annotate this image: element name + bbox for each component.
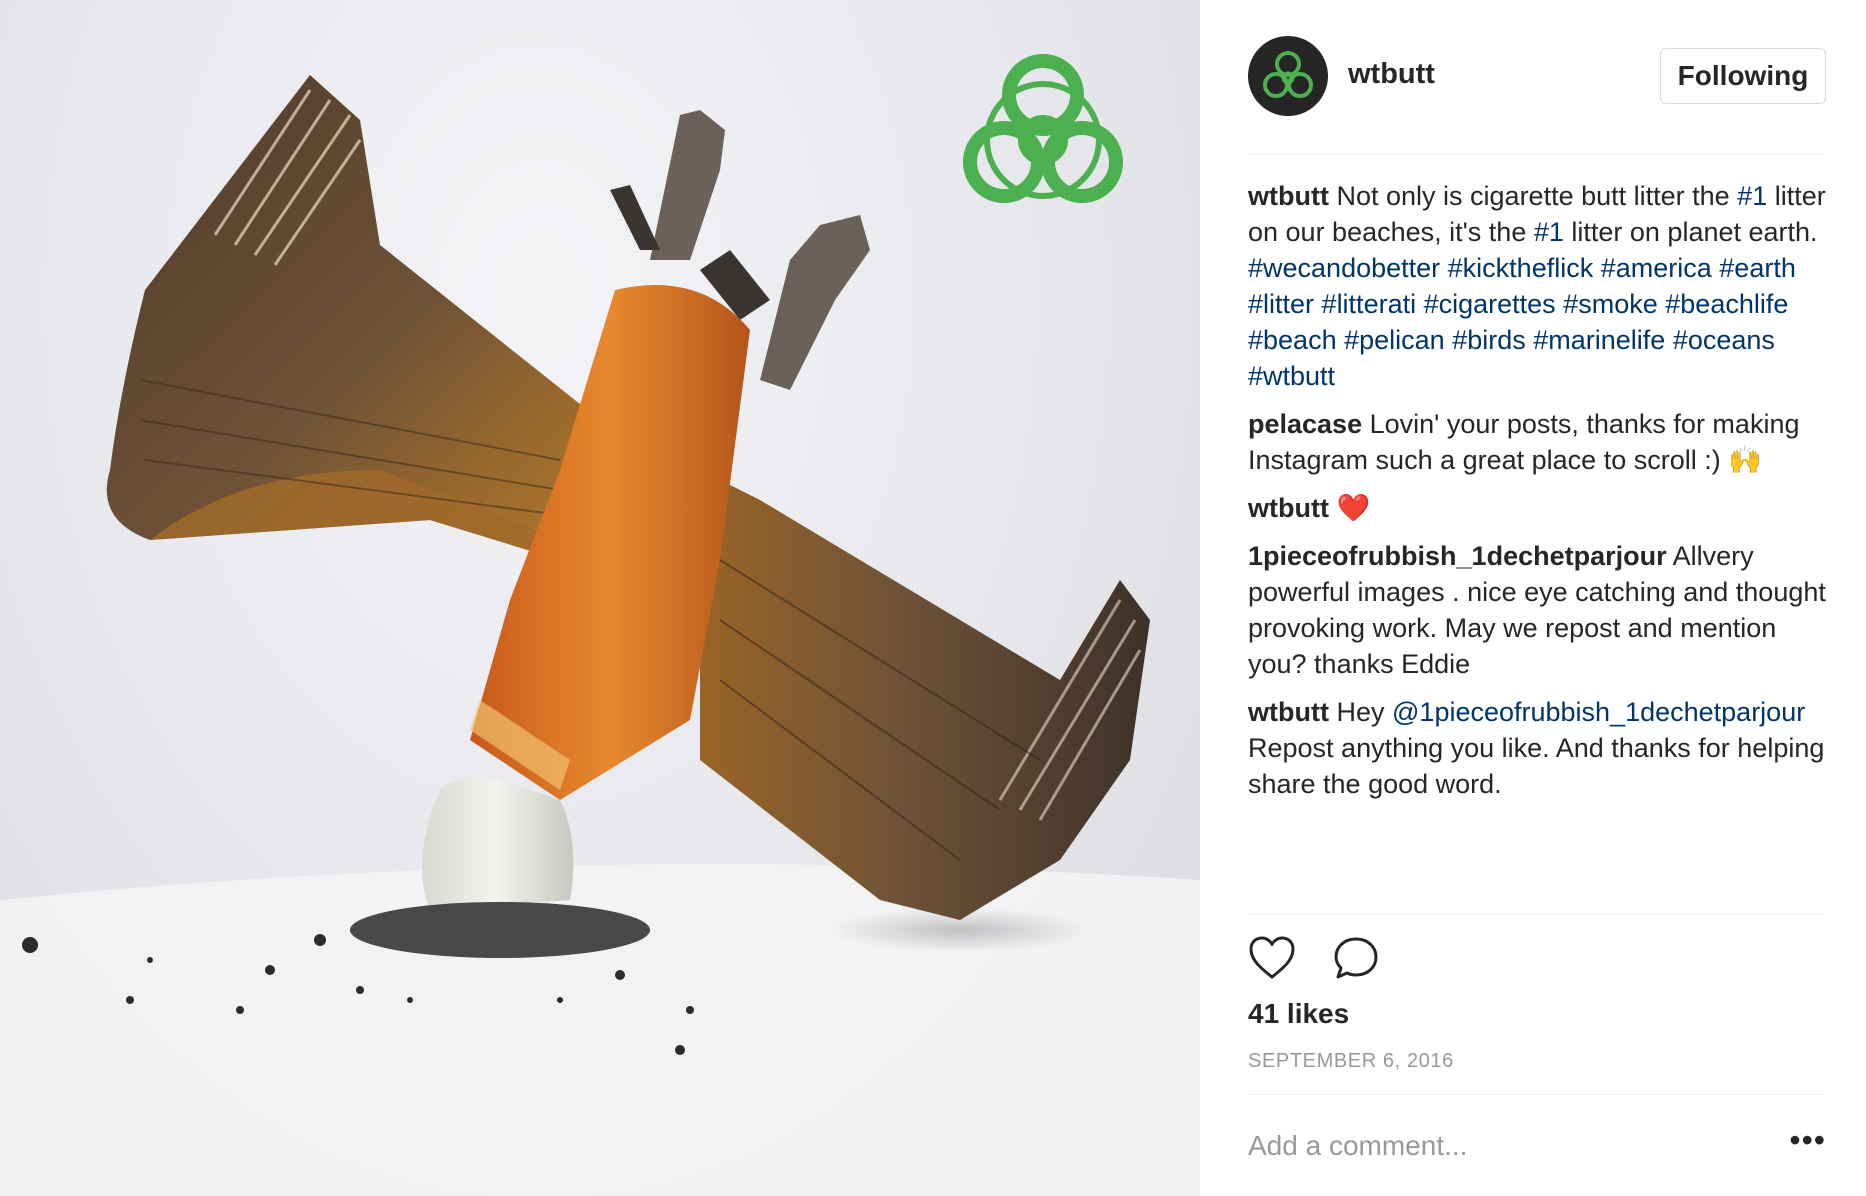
biohazard-icon bbox=[1263, 51, 1313, 98]
post-header: wtbutt Following bbox=[1248, 36, 1826, 116]
post-date[interactable]: SEPTEMBER 6, 2016 bbox=[1248, 1050, 1454, 1073]
comment-text bbox=[1337, 325, 1345, 355]
hashtag-link[interactable]: #pelican bbox=[1344, 325, 1445, 355]
comment-text: Hey bbox=[1336, 697, 1393, 727]
comment-text: litter on planet earth. bbox=[1563, 217, 1818, 247]
hashtag-link[interactable]: #litterati bbox=[1322, 289, 1417, 319]
hashtag-link[interactable]: #beach bbox=[1248, 325, 1337, 355]
heart-icon[interactable] bbox=[1248, 935, 1296, 981]
comment-item: 1pieceofrubbish_1dechetparjour Allvery p… bbox=[1248, 538, 1826, 682]
comment-text: ❤️ bbox=[1336, 493, 1371, 523]
divider bbox=[1248, 914, 1826, 915]
hashtag-link[interactable]: #earth bbox=[1719, 253, 1796, 283]
comment-item: wtbutt Not only is cigarette butt litter… bbox=[1248, 178, 1826, 394]
hashtag-link[interactable]: #america bbox=[1601, 253, 1712, 283]
hashtag-link[interactable]: #birds bbox=[1452, 325, 1526, 355]
add-comment-input[interactable] bbox=[1248, 1124, 1768, 1168]
comment-bubble-icon[interactable] bbox=[1332, 935, 1380, 981]
comment-text bbox=[1440, 253, 1448, 283]
avatar[interactable] bbox=[1248, 36, 1328, 116]
following-button[interactable]: Following bbox=[1660, 48, 1826, 104]
comment-username[interactable]: wtbutt bbox=[1248, 493, 1329, 523]
hashtag-link[interactable]: #wtbutt bbox=[1248, 361, 1335, 391]
biohazard-logo-icon bbox=[963, 54, 1123, 203]
comment-text bbox=[1416, 289, 1424, 319]
comment-item: wtbutt ❤️ bbox=[1248, 490, 1826, 526]
hashtag-link[interactable]: #cigarettes bbox=[1424, 289, 1556, 319]
divider bbox=[1248, 1094, 1826, 1095]
hashtag-link[interactable]: #litter bbox=[1248, 289, 1314, 319]
comment-item: wtbutt Hey @1pieceofrubbish_1dechetparjo… bbox=[1248, 694, 1826, 802]
hashtag-link[interactable]: #marinelife bbox=[1533, 325, 1665, 355]
left-wing bbox=[106, 75, 611, 560]
hashtag-link[interactable]: #1 bbox=[1534, 217, 1564, 247]
post-illustration bbox=[0, 54, 1200, 1196]
comment-list: wtbutt Not only is cigarette butt litter… bbox=[1248, 178, 1826, 814]
comment-text: Repost anything you like. And thanks for… bbox=[1248, 733, 1825, 799]
comment-username[interactable]: wtbutt bbox=[1248, 181, 1329, 211]
divider bbox=[1248, 154, 1826, 155]
instagram-post: wtbutt Following wtbutt Not only is ciga… bbox=[0, 0, 1866, 1196]
action-bar bbox=[1248, 935, 1448, 981]
more-options-button[interactable]: ••• bbox=[1776, 1124, 1826, 1160]
hashtag-link[interactable]: #oceans bbox=[1673, 325, 1775, 355]
post-image[interactable] bbox=[0, 0, 1200, 1196]
hashtag-link[interactable]: #1 bbox=[1737, 181, 1767, 211]
like-count[interactable]: 41 likes bbox=[1248, 998, 1349, 1030]
hashtag-link[interactable]: #kicktheflick bbox=[1448, 253, 1594, 283]
comment-username[interactable]: wtbutt bbox=[1248, 697, 1329, 727]
comment-text bbox=[1665, 325, 1673, 355]
post-side-panel: wtbutt Following wtbutt Not only is ciga… bbox=[1200, 0, 1866, 1196]
hashtag-link[interactable]: #wecandobetter bbox=[1248, 253, 1440, 283]
hashtag-link[interactable]: #smoke bbox=[1563, 289, 1658, 319]
comment-item: pelacase Lovin' your posts, thanks for m… bbox=[1248, 406, 1826, 478]
hashtag-link[interactable]: #beachlife bbox=[1665, 289, 1788, 319]
mention-link[interactable]: @1pieceofrubbish_1dechetparjour bbox=[1392, 697, 1805, 727]
comment-text bbox=[1593, 253, 1601, 283]
right-wing bbox=[700, 470, 1150, 920]
comment-username[interactable]: pelacase bbox=[1248, 409, 1362, 439]
comment-text bbox=[1314, 289, 1322, 319]
comment-username[interactable]: 1pieceofrubbish_1dechetparjour bbox=[1248, 541, 1667, 571]
author-username[interactable]: wtbutt bbox=[1348, 58, 1435, 91]
comment-text: Not only is cigarette butt litter the bbox=[1336, 181, 1738, 211]
